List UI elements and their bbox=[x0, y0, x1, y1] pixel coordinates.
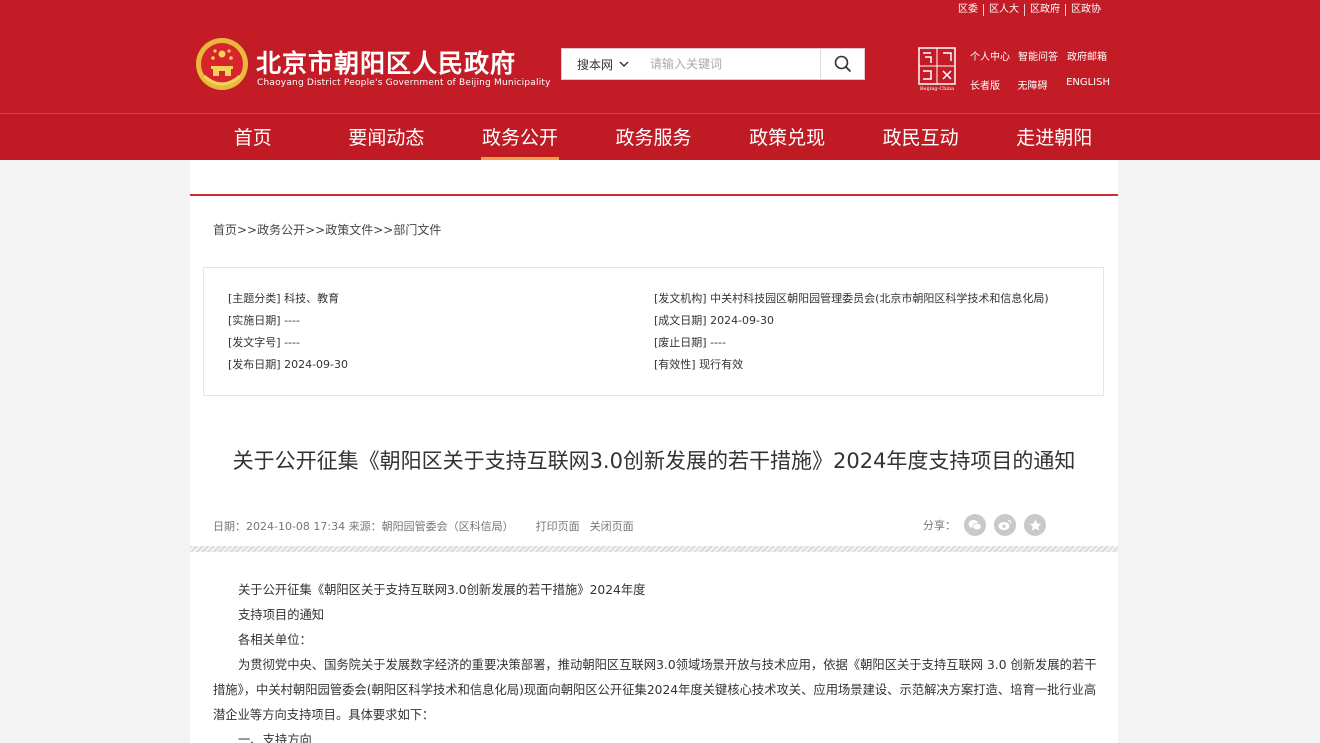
site-header: 区委 区人大 区政府 区政协 北京市朝阳区人民政府 Chaoyang Distr… bbox=[0, 0, 1320, 160]
meta-expiry-date: [废止日期] ---- bbox=[654, 336, 726, 349]
content-top-strip bbox=[190, 160, 1118, 196]
link-elderly-version[interactable]: 长者版 bbox=[970, 77, 1018, 92]
nav-government-services[interactable]: 政务服务 bbox=[587, 113, 721, 160]
meta-effective-date: [实施日期] ---- bbox=[228, 314, 300, 327]
weibo-share-icon[interactable] bbox=[994, 514, 1016, 536]
share-bar: 分享： bbox=[923, 514, 1046, 536]
favorite-star-icon[interactable] bbox=[1024, 514, 1046, 536]
top-links: 区委 区人大 区政府 区政协 bbox=[953, 4, 1106, 16]
search-bar: 搜本网 bbox=[561, 48, 865, 80]
document-date-source: 日期：2024-10-08 17:34 来源：朝阳园管委会（区科信局） bbox=[213, 520, 514, 533]
link-english[interactable]: ENGLISH bbox=[1066, 77, 1110, 92]
document-title: 关于公开征集《朝阳区关于支持互联网3.0创新发展的若干措施》2024年度支持项目… bbox=[232, 449, 1076, 473]
chevron-down-icon bbox=[619, 61, 629, 67]
document-meta-box: [主题分类] 科技、教育 [实施日期] ---- [发文字号] ---- [发布… bbox=[203, 267, 1104, 396]
search-button[interactable] bbox=[820, 49, 864, 79]
top-link-people-congress[interactable]: 区人大 bbox=[983, 4, 1024, 16]
top-link-cppcc[interactable]: 区政协 bbox=[1065, 4, 1106, 16]
nav-policy-fulfillment[interactable]: 政策兑现 bbox=[720, 113, 854, 160]
meta-issuing-agency: [发文机构] 中关村科技园区朝阳园管理委员会(北京市朝阳区科学技术和信息化局) bbox=[654, 292, 1049, 305]
main-nav: 首页 要闻动态 政务公开 政务服务 政策兑现 政民互动 走进朝阳 bbox=[186, 113, 1121, 160]
content-panel: 首页>>政务公开>>政策文件>>部门文件 [主题分类] 科技、教育 [实施日期]… bbox=[190, 160, 1118, 743]
user-links: 个人中心 智能问答 政府邮箱 长者版 无障碍 ENGLISH bbox=[970, 48, 1110, 106]
meta-validity: [有效性] 现行有效 bbox=[654, 358, 744, 371]
close-page-link[interactable]: 关闭页面 bbox=[590, 518, 634, 534]
nav-news[interactable]: 要闻动态 bbox=[320, 113, 454, 160]
nav-government-affairs[interactable]: 政务公开 bbox=[453, 113, 587, 160]
meta-document-number: [发文字号] ---- bbox=[228, 336, 300, 349]
body-section-heading: 一、支持方向 bbox=[238, 733, 312, 743]
national-emblem-icon bbox=[196, 38, 248, 90]
link-personal-center[interactable]: 个人中心 bbox=[970, 48, 1018, 63]
search-input[interactable] bbox=[644, 49, 820, 79]
print-page-link[interactable]: 打印页面 bbox=[536, 518, 580, 534]
capital-logo-caption: Beijing-China bbox=[919, 86, 955, 92]
search-scope-select[interactable]: 搜本网 bbox=[562, 49, 644, 79]
document-body: 关于公开征集《朝阳区关于支持互联网3.0创新发展的若干措施》2024年度 支持项… bbox=[213, 578, 1097, 743]
meta-subject: [主题分类] 科技、教育 bbox=[228, 292, 340, 305]
body-heading-line-1: 关于公开征集《朝阳区关于支持互联网3.0创新发展的若干措施》2024年度 bbox=[238, 583, 646, 597]
meta-publish-date: [发布日期] 2024-09-30 bbox=[228, 358, 349, 371]
search-icon bbox=[834, 55, 851, 73]
site-subtitle: Chaoyang District People's Government of… bbox=[257, 78, 551, 88]
nav-interaction[interactable]: 政民互动 bbox=[854, 113, 988, 160]
meta-right-column: [发文机构] 中关村科技园区朝阳园管理委员会(北京市朝阳区科学技术和信息化局) … bbox=[654, 291, 1049, 379]
body-heading-line-2: 支持项目的通知 bbox=[238, 608, 325, 622]
top-link-district-government[interactable]: 区政府 bbox=[1024, 4, 1065, 16]
breadcrumb[interactable]: 首页>>政务公开>>政策文件>>部门文件 bbox=[213, 221, 441, 238]
body-paragraph: 为贯彻党中央、国务院关于发展数字经济的重要决策部署，推动朝阳区互联网3.0领域场… bbox=[213, 658, 1097, 722]
link-accessibility[interactable]: 无障碍 bbox=[1018, 77, 1067, 92]
meta-written-date: [成文日期] 2024-09-30 bbox=[654, 314, 775, 327]
nav-about-chaoyang[interactable]: 走进朝阳 bbox=[987, 113, 1121, 160]
site-title[interactable]: 北京市朝阳区人民政府 bbox=[256, 44, 516, 80]
wechat-share-icon[interactable] bbox=[964, 514, 986, 536]
link-smart-qa[interactable]: 智能问答 bbox=[1018, 48, 1067, 63]
meta-left-column: [主题分类] 科技、教育 [实施日期] ---- [发文字号] ---- [发布… bbox=[228, 291, 348, 379]
hatched-divider bbox=[190, 546, 1118, 552]
share-label: 分享： bbox=[923, 519, 956, 532]
search-scope-label: 搜本网 bbox=[576, 57, 613, 72]
link-government-mail[interactable]: 政府邮箱 bbox=[1067, 48, 1107, 63]
nav-home[interactable]: 首页 bbox=[186, 113, 320, 160]
top-link-district-committee[interactable]: 区委 bbox=[953, 4, 983, 16]
body-salutation: 各相关单位： bbox=[238, 633, 312, 647]
document-info-line: 日期：2024-10-08 17:34 来源：朝阳园管委会（区科信局） 打印页面… bbox=[213, 518, 634, 534]
